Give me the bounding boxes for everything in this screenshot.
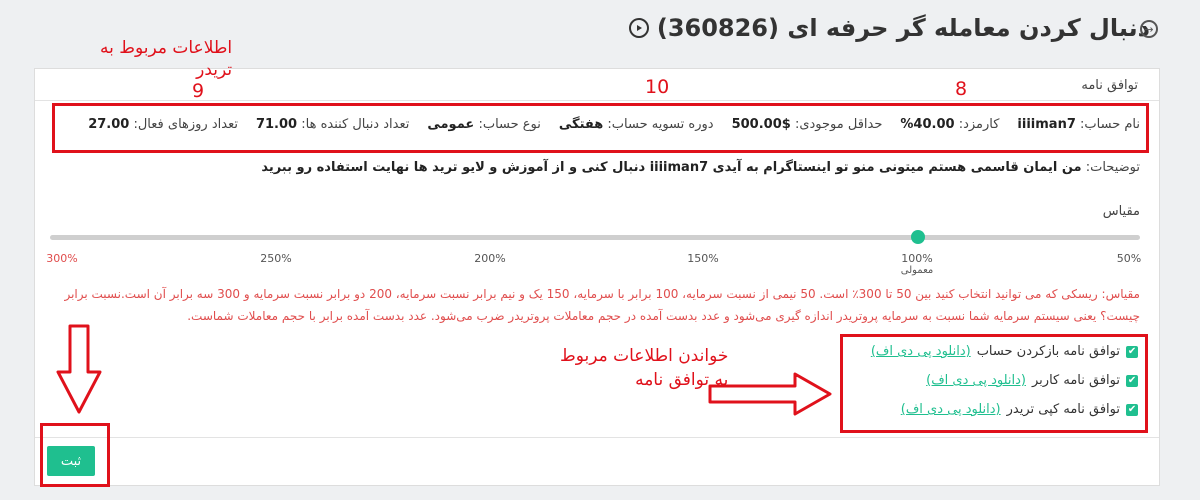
annotation-number: 9 — [192, 80, 205, 102]
back-arrow-icon[interactable]: → — [1140, 20, 1158, 38]
scale-tick: 300% — [46, 252, 78, 265]
page-title: دنبال کردن معامله گر حرفه ای (360826) — [628, 14, 1150, 42]
scale-tick: 50% — [1116, 252, 1142, 265]
scale-label: مقیاس — [1102, 204, 1140, 219]
annotation-box-agreements — [840, 334, 1148, 433]
scale-tick: 200% — [474, 252, 506, 265]
description-text: من ایمان قاسمی هستم میتونی منو تو اینستا… — [261, 160, 1082, 175]
page-title-text: دنبال کردن معامله گر حرفه ای (360826) — [656, 14, 1150, 42]
annotation-box-trader-info — [52, 103, 1149, 153]
scale-slider-track[interactable] — [50, 235, 1140, 240]
scale-tick: 250% — [260, 252, 292, 265]
divider — [35, 437, 1159, 438]
annotation-number: 8 — [955, 78, 968, 100]
play-circle-icon[interactable] — [628, 18, 649, 38]
description: توضیحات: من ایمان قاسمی هستم میتونی منو … — [261, 160, 1140, 175]
scale-note: مقیاس: ریسکی که می توانید انتخاب کنید بی… — [64, 287, 1140, 323]
scale-tick: 150% — [687, 252, 719, 265]
scale-slider-thumb[interactable] — [911, 230, 925, 244]
arrow-down-icon — [56, 324, 102, 414]
annotation-trader-info-label: اطلاعات مربوط به تریدر — [100, 38, 233, 80]
annotation-agreements-label: خواندن اطلاعات مربوط به توافق نامه — [560, 346, 729, 390]
scale-tick: 100% — [901, 252, 933, 265]
annotation-box-submit — [40, 423, 110, 487]
arrow-right-icon — [708, 372, 832, 416]
agreement-section-label: توافق نامه — [1081, 78, 1138, 93]
scale-normal-label: معمولی — [900, 265, 934, 276]
description-label: توضیحات: — [1085, 160, 1140, 175]
annotation-number: 10 — [645, 76, 670, 98]
